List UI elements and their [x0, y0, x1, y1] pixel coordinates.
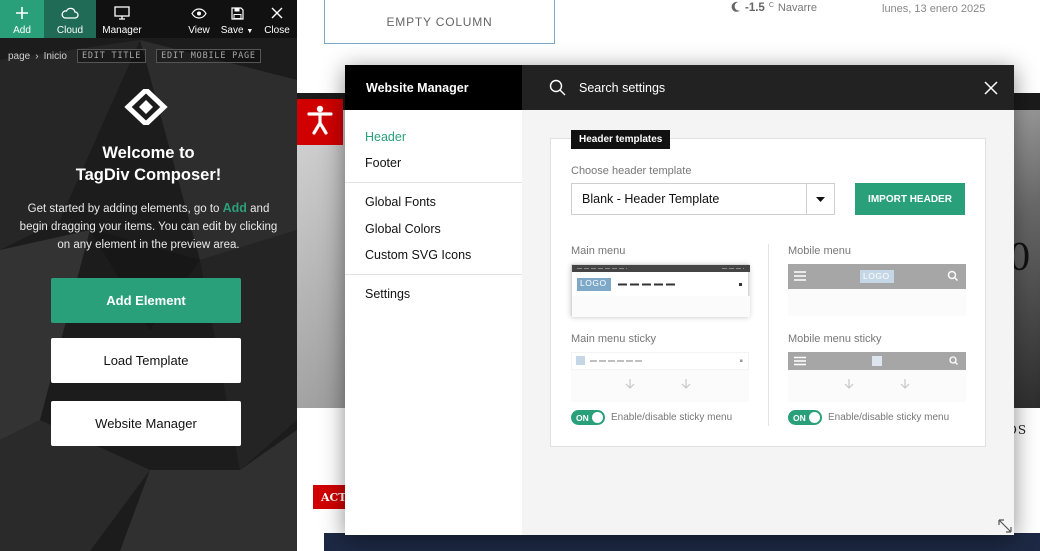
welcome-add-link[interactable]: Add — [223, 201, 247, 215]
save-button[interactable]: Save ▼ — [217, 0, 257, 38]
toggle-knob — [592, 412, 603, 423]
breadcrumb: page › Inicio EDIT TITLE EDIT MOBILE PAG… — [8, 49, 261, 63]
accessibility-icon — [306, 105, 334, 140]
cloud-button-label: Cloud — [56, 25, 84, 36]
toggle-on-text: ON — [576, 412, 589, 423]
dropdown-arrow-icon — [806, 184, 834, 214]
panel-background-pattern — [0, 0, 297, 551]
cloud-icon — [61, 4, 79, 22]
caret-down-icon: ▼ — [246, 28, 254, 35]
main-menu-preview[interactable]: LOGO — [571, 264, 750, 317]
choose-template-label: Choose header template — [571, 165, 692, 177]
main-menu-thumbnail — [572, 265, 750, 317]
view-button[interactable]: View — [181, 0, 217, 38]
mobile-menu-preview[interactable]: LOGO — [788, 264, 966, 316]
modal-content: Choose header template Blank - Header Te… — [522, 110, 1014, 535]
add-button[interactable]: Add — [0, 0, 44, 38]
load-template-button[interactable]: Load Template — [51, 338, 241, 383]
nav-footer[interactable]: Footer — [365, 156, 401, 170]
accessibility-button[interactable] — [297, 99, 343, 145]
search-settings-input[interactable]: Search settings — [579, 81, 968, 95]
main-sticky-toggle-label: Enable/disable sticky menu — [611, 412, 733, 423]
welcome-text-before: Get started by adding elements, go to — [27, 203, 223, 215]
nav-settings[interactable]: Settings — [365, 287, 410, 301]
import-header-button[interactable]: IMPORT HEADER — [855, 183, 965, 215]
welcome-description: Get started by adding elements, go to Ad… — [16, 199, 281, 254]
header-templates-tag: Header templates — [571, 130, 671, 149]
nav-global-colors[interactable]: Global Colors — [365, 222, 441, 236]
weather-widget: -1.5 C Navarre — [731, 1, 817, 15]
header-date: lunes, 13 enero 2025 — [882, 3, 986, 15]
eye-icon — [191, 4, 207, 22]
weather-location: Navarre — [777, 2, 818, 14]
main-menu-sticky-preview[interactable] — [570, 351, 750, 402]
toggle-on-text: ON — [793, 412, 806, 423]
plus-icon — [15, 4, 29, 22]
breadcrumb-current: Inicio — [43, 50, 67, 62]
mobile-menu-sticky-preview[interactable] — [788, 352, 966, 402]
nav-custom-svg-icons[interactable]: Custom SVG Icons — [365, 248, 471, 262]
empty-column-placeholder[interactable]: EMPTY COLUMN — [324, 0, 555, 44]
moon-icon — [731, 1, 741, 15]
weather-unit: C — [768, 1, 774, 9]
welcome-title-line1: Welcome to — [102, 144, 195, 162]
monitor-icon — [114, 4, 130, 22]
header-template-select[interactable]: Blank - Header Template — [571, 183, 835, 215]
mobile-sticky-toggle[interactable]: ON — [788, 410, 822, 425]
welcome-title: Welcome to TagDiv Composer! — [0, 142, 297, 186]
save-button-label: Save ▼ — [221, 25, 254, 37]
header-templates-panel: Choose header template Blank - Header Te… — [550, 138, 986, 447]
selected-template-value: Blank - Header Template — [582, 192, 720, 206]
nav-divider — [345, 182, 522, 183]
tagdiv-logo-icon — [124, 89, 168, 125]
composer-toolbar: Add Cloud Manager View Save ▼ Close — [0, 0, 297, 38]
composer-panel: Add Cloud Manager View Save ▼ Close page… — [0, 0, 297, 551]
close-icon — [271, 4, 283, 22]
modal-title: Website Manager — [345, 65, 522, 110]
add-element-button[interactable]: Add Element — [51, 278, 241, 323]
close-button-label: Close — [264, 25, 290, 36]
mobile-sticky-toggle-label: Enable/disable sticky menu — [828, 412, 950, 423]
cloud-button[interactable]: Cloud — [44, 0, 96, 38]
search-icon — [549, 79, 567, 97]
logo-placeholder: LOGO — [863, 271, 890, 281]
main-sticky-toggle[interactable]: ON — [571, 410, 605, 425]
edit-mobile-page-button[interactable]: EDIT MOBILE PAGE — [156, 49, 261, 63]
manager-button[interactable]: Manager — [96, 0, 148, 38]
modal-search-bar: Search settings — [522, 65, 1014, 110]
welcome-title-line2: TagDiv Composer! — [75, 166, 222, 184]
modal-close-button[interactable] — [968, 65, 1014, 110]
website-manager-button[interactable]: Website Manager — [51, 401, 241, 446]
weather-temperature: -1.5 — [745, 2, 765, 14]
toggle-knob — [809, 412, 820, 423]
nav-header[interactable]: Header — [365, 130, 406, 144]
mobile-menu-label: Mobile menu — [788, 245, 851, 257]
main-menu-sticky-thumbnail — [570, 351, 750, 402]
main-menu-label: Main menu — [571, 245, 626, 257]
save-label-text: Save — [220, 25, 244, 36]
bottom-banner-image — [324, 533, 1040, 551]
mobile-menu-sticky-label: Mobile menu sticky — [788, 333, 882, 345]
close-icon — [984, 80, 998, 95]
website-manager-modal: Website Manager Search settings Header F… — [345, 65, 1014, 535]
close-button[interactable]: Close — [257, 0, 297, 38]
main-menu-sticky-label: Main menu sticky — [571, 333, 656, 345]
edit-title-button[interactable]: EDIT TITLE — [76, 49, 147, 63]
logo-placeholder: LOGO — [580, 278, 607, 288]
breadcrumb-root[interactable]: page — [8, 51, 30, 62]
resize-icon[interactable] — [998, 519, 1012, 533]
add-button-label: Add — [13, 25, 31, 36]
modal-sidebar: Header Footer Global Fonts Global Colors… — [345, 110, 522, 535]
nav-divider — [345, 274, 522, 275]
column-divider — [768, 244, 769, 426]
manager-button-label: Manager — [102, 25, 142, 36]
nav-global-fonts[interactable]: Global Fonts — [365, 195, 436, 209]
breadcrumb-separator: › — [35, 50, 39, 62]
view-button-label: View — [188, 25, 210, 36]
floppy-icon — [230, 4, 244, 22]
mobile-menu-sticky-thumbnail — [788, 352, 966, 402]
